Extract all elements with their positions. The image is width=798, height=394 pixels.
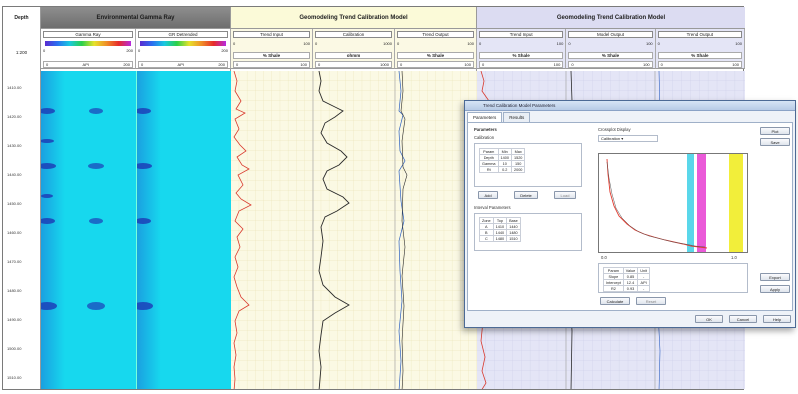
- reset-button[interactable]: Reset: [636, 297, 666, 305]
- chevron-down-icon: ▾: [621, 136, 624, 141]
- calibration-label: Calibration: [474, 135, 495, 140]
- track-name: Trend Output: [397, 31, 474, 38]
- image-track-2[interactable]: [136, 71, 231, 389]
- interval-table[interactable]: Zone Top Base A 1410 1440 B 1440 1480 C 1480 151…: [479, 217, 521, 242]
- track-header-5[interactable]: Trend Output 0 100% Shale 0 100: [395, 29, 477, 69]
- depth-tick-label: 1500.00: [7, 346, 22, 351]
- load-button[interactable]: Load: [554, 191, 576, 199]
- depth-tick-label: 1430.00: [7, 143, 22, 148]
- tab-results[interactable]: Results: [503, 112, 531, 122]
- depth-tick-label: 1420.00: [7, 114, 22, 119]
- calibration-table-box: Param Min Max Depth 1400 1520 Gamma 10 150 Rt 0…: [474, 143, 582, 187]
- track-name: Model Output: [568, 31, 653, 38]
- interval-table-box: Zone Top Base A 1410 1440 B 1440 1480 C 1480 151…: [474, 213, 582, 251]
- depth-header: Depth: [14, 15, 29, 21]
- track-header-8[interactable]: Trend Output 0 100% Shale 0 100: [655, 29, 745, 69]
- track-name: GR Detrended: [138, 31, 228, 38]
- track-name: Calibration: [315, 31, 392, 38]
- image-track-1[interactable]: [41, 71, 136, 389]
- depth-tick-label: 1450.00: [7, 201, 22, 206]
- section-header-3[interactable]: Geomodeling Trend Calibration Model: [477, 7, 745, 29]
- trend-calibration-dialog[interactable]: Trend Calibration Model Parameters Param…: [464, 100, 796, 328]
- interval-label: Interval Parameters: [474, 205, 511, 210]
- ok-button[interactable]: OK: [695, 315, 723, 323]
- calibration-tracks-1[interactable]: [231, 71, 477, 389]
- delete-button[interactable]: Delete: [514, 191, 538, 199]
- depth-tick-label: 1410.00: [7, 85, 22, 90]
- track-unit: % Shale: [479, 52, 564, 59]
- crossplot-area[interactable]: 0.0 1.0: [598, 153, 748, 260]
- track-name: Trend Output: [657, 31, 742, 38]
- plot-label: Crossplot Display: [598, 127, 631, 132]
- track-header-7[interactable]: Model Output 0 100% Shale 0 100: [566, 29, 656, 69]
- cancel-button[interactable]: Cancel: [729, 315, 757, 323]
- results-table[interactable]: Param Value Unit Slope 0.85- Intercept 12.4 A…: [603, 267, 650, 292]
- track-unit: % Shale: [397, 52, 474, 59]
- add-button[interactable]: Add: [478, 191, 498, 199]
- track-header-4[interactable]: Calibration 0 1000 ohmm 0 1000: [313, 29, 395, 69]
- depth-column: Depth 1:200 1410.00 1420.00 1430.00 1440.00…: [3, 7, 41, 389]
- depth-scale-label: 1:200: [15, 50, 28, 55]
- section-header-1[interactable]: Environmental Gamma Ray: [41, 7, 230, 29]
- export-button[interactable]: Export: [760, 273, 790, 281]
- track-name: Trend Input: [233, 31, 310, 38]
- color-scale-bar: [140, 41, 226, 46]
- results-table-box: Param Value Unit Slope 0.85- Intercept 12.4 A…: [598, 263, 748, 293]
- image-section: Environmental Gamma Ray Gamma Ray 0 200 0…: [41, 7, 231, 389]
- x-min-label: 0.0: [601, 255, 607, 260]
- section-header-2[interactable]: Geomodeling Trend Calibration Model: [231, 7, 476, 29]
- depth-tick-label: 1490.00: [7, 317, 22, 322]
- track-name: Gamma Ray: [43, 31, 133, 38]
- calibration-section-1: Geomodeling Trend Calibration Model Tren…: [231, 7, 477, 389]
- depth-tick-label: 1480.00: [7, 288, 22, 293]
- track-unit: % Shale: [568, 52, 653, 59]
- calibration-table[interactable]: Param Min Max Depth 1400 1520 Gamma 10 150 Rt 0…: [479, 148, 526, 173]
- x-max-label: 1.0: [731, 255, 737, 260]
- track-header-1[interactable]: Gamma Ray 0 200 0 API 200: [41, 29, 136, 69]
- depth-tick-label: 1440.00: [7, 172, 22, 177]
- help-button[interactable]: Help: [763, 315, 791, 323]
- plot-select[interactable]: Calibration ▾: [598, 135, 658, 142]
- tab-parameters[interactable]: Parameters: [467, 112, 503, 122]
- track-name: Trend Input: [479, 31, 564, 38]
- save-button[interactable]: Save: [760, 138, 790, 146]
- depth-tick-label: 1460.00: [7, 230, 22, 235]
- color-scale-bar: [45, 41, 131, 46]
- plot-button[interactable]: Plot: [760, 127, 790, 135]
- apply-button[interactable]: Apply: [760, 285, 790, 293]
- track-unit: % Shale: [657, 52, 742, 59]
- track-unit: ohmm: [315, 52, 392, 59]
- calculate-button[interactable]: Calculate: [600, 297, 630, 305]
- depth-tick-label: 1470.00: [7, 259, 22, 264]
- dialog-body: Parameters Calibration Param Min Max Depth…: [467, 122, 793, 311]
- depth-tick-label: 1510.00: [7, 375, 22, 380]
- track-header-6[interactable]: Trend Input 0 100% Shale 0 100: [477, 29, 567, 69]
- section-title: Parameters: [474, 127, 497, 132]
- track-unit: % Shale: [233, 52, 310, 59]
- dialog-title[interactable]: Trend Calibration Model Parameters: [465, 101, 795, 111]
- track-header-2[interactable]: GR Detrended 0 200 0 API 200: [136, 29, 231, 69]
- dialog-tabs: Parameters Results: [467, 112, 531, 122]
- track-header-3[interactable]: Trend Input 0 100% Shale 0 100: [231, 29, 313, 69]
